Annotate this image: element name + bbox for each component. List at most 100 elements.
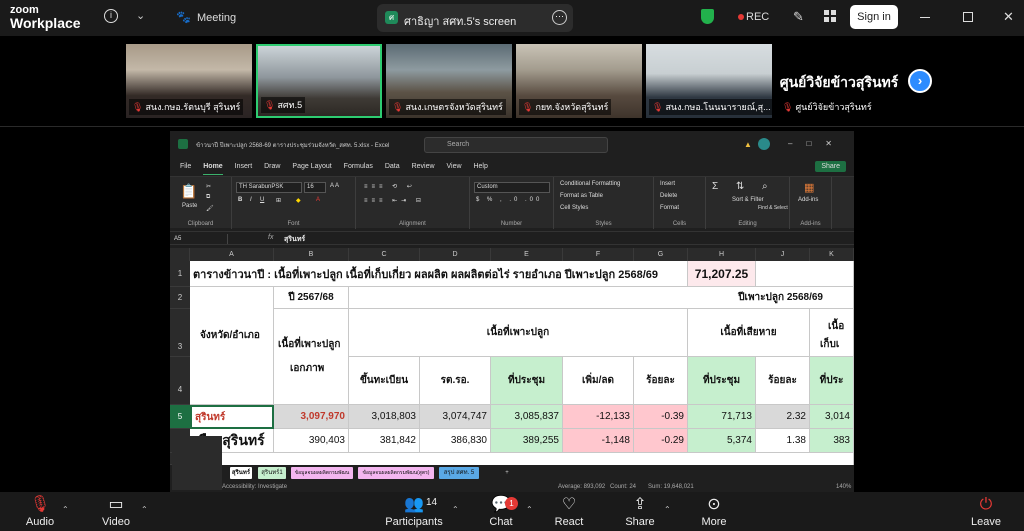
data-cell[interactable]: 3,014 bbox=[810, 405, 854, 429]
damaged-area-header[interactable]: เนื้อที่เสียหาย bbox=[688, 309, 810, 357]
data-cell[interactable]: 386,830 bbox=[420, 429, 491, 453]
annotate-icon[interactable]: ✎ bbox=[793, 9, 804, 25]
bold-icon[interactable]: B bbox=[238, 197, 242, 203]
rtro-header[interactable]: รต.รอ. bbox=[420, 357, 491, 405]
more-options-icon[interactable]: ··· bbox=[552, 10, 567, 25]
menu-page-layout[interactable]: Page Layout bbox=[292, 160, 331, 174]
sheet-tab[interactable]: ข้อมูลจนผลผลิตกรมพัฒน bbox=[291, 467, 353, 479]
col-header[interactable]: C bbox=[349, 248, 420, 261]
rec-label[interactable]: REC bbox=[746, 11, 769, 23]
audio-button[interactable]: 🎙 Audio bbox=[20, 492, 60, 531]
participant-video[interactable]: 🎙 สนง.กษอ.รัตนบุรี สุรินทร์ bbox=[126, 44, 252, 118]
screen-share-indicator[interactable]: ศ ศาธิญา สศท.5's screen ··· bbox=[377, 4, 573, 32]
menu-data[interactable]: Data bbox=[385, 160, 400, 174]
participant-video[interactable]: 🎙 สศท.5 bbox=[256, 44, 382, 118]
cut-icon[interactable]: ✂ bbox=[206, 183, 211, 190]
align-horizontal-icons[interactable]: ≡≡≡ ⇤⇥ ⊟ bbox=[364, 197, 425, 204]
font-grow-icon[interactable]: A A bbox=[330, 183, 339, 189]
font-color-icon[interactable]: A bbox=[316, 197, 320, 203]
menu-formulas[interactable]: Formulas bbox=[344, 160, 373, 174]
row-number[interactable]: 4 bbox=[170, 357, 190, 405]
sheet-tab[interactable]: ข้อมูลจนผลผลิตกรมพัฒน(สูตร) bbox=[358, 467, 434, 479]
shield-icon[interactable] bbox=[701, 9, 714, 24]
menu-draw[interactable]: Draw bbox=[264, 160, 280, 174]
data-cell[interactable]: -0.39 bbox=[634, 405, 688, 429]
underline-icon[interactable]: U bbox=[260, 197, 264, 203]
delete-cells[interactable]: Delete bbox=[660, 193, 677, 199]
menu-help[interactable]: Help bbox=[473, 160, 487, 174]
menu-review[interactable]: Review bbox=[412, 160, 435, 174]
col-header[interactable]: B bbox=[274, 248, 349, 261]
data-cell[interactable]: 3,097,970 bbox=[274, 405, 349, 429]
row-number[interactable]: 3 bbox=[170, 309, 190, 357]
year-cur-header[interactable]: ปีเพาะปลูก 2568/69 bbox=[349, 287, 854, 309]
excel-search[interactable]: Search bbox=[424, 137, 608, 153]
sign-in-button[interactable]: Sign in bbox=[850, 5, 898, 29]
video-options-icon[interactable]: ⌃ bbox=[141, 505, 148, 514]
sort-filter[interactable]: Sort & Filter bbox=[732, 197, 764, 203]
fx-icon[interactable]: fx bbox=[268, 234, 273, 241]
excel-window-controls[interactable]: –□✕ bbox=[788, 139, 846, 148]
name-box[interactable]: A5 bbox=[174, 234, 228, 244]
leave-button[interactable]: ⏻ Leave bbox=[966, 492, 1006, 531]
format-painter-icon[interactable]: 🖌 bbox=[206, 205, 214, 212]
data-cell[interactable]: 389,255 bbox=[491, 429, 563, 453]
participant-video[interactable]: 🎙 กยท.จังหวัดสุรินทร์ bbox=[516, 44, 642, 118]
add-sheet-icon[interactable]: + bbox=[500, 467, 514, 479]
paste-label[interactable]: Paste bbox=[182, 203, 197, 209]
year-prev-header[interactable]: ปี 2567/68 bbox=[274, 287, 349, 309]
cell-styles[interactable]: Cell Styles bbox=[560, 205, 588, 211]
meeting-header-3[interactable]: ที่ประ bbox=[810, 357, 854, 405]
col-header[interactable]: G bbox=[634, 248, 688, 261]
data-cell[interactable]: -0.29 bbox=[634, 429, 688, 453]
react-button[interactable]: ♡ React bbox=[552, 492, 586, 531]
conditional-formatting[interactable]: Conditional Formatting bbox=[560, 181, 620, 187]
planted-unity-header-cell[interactable]: เนื้อที่เพาะปลูก เอกภาพ bbox=[274, 309, 349, 405]
format-cells[interactable]: Format bbox=[660, 205, 679, 211]
data-cell[interactable]: 3,085,837 bbox=[491, 405, 563, 429]
data-cell[interactable]: 1.38 bbox=[756, 429, 810, 453]
self-view-thumbnail[interactable] bbox=[172, 436, 222, 490]
find-select[interactable]: Find & Select bbox=[758, 205, 788, 211]
col-header[interactable]: F bbox=[563, 248, 634, 261]
partial-row[interactable] bbox=[190, 453, 854, 465]
data-cell[interactable]: 383 bbox=[810, 429, 854, 453]
participants-options-icon[interactable]: ⌃ bbox=[452, 505, 459, 514]
participant-video[interactable]: ศูนย์วิจัยข้าวสุรินทร์ 🎙 ศูนย์วิจัยข้าวสุ… bbox=[776, 44, 902, 118]
video-button[interactable]: ▭ Video bbox=[96, 492, 136, 531]
maximize-icon[interactable] bbox=[963, 12, 973, 22]
more-button[interactable]: ⊙ More bbox=[696, 492, 732, 531]
next-page-icon[interactable]: › bbox=[908, 69, 932, 93]
col-header[interactable]: D bbox=[420, 248, 491, 261]
paste-icon[interactable]: 📋 bbox=[180, 183, 197, 200]
number-format-icons[interactable]: $ % , .0 .00 bbox=[476, 197, 542, 203]
share-options-icon[interactable]: ⌃ bbox=[664, 505, 671, 514]
change-header[interactable]: เพิ่ม/ลด bbox=[563, 357, 634, 405]
col-header[interactable]: E bbox=[491, 248, 563, 261]
excel-share-button[interactable]: Share bbox=[815, 161, 846, 172]
data-cell[interactable]: 5,374 bbox=[688, 429, 756, 453]
col-header[interactable]: H bbox=[688, 248, 756, 261]
border-icon[interactable]: ⊞ bbox=[276, 197, 281, 204]
italic-icon[interactable]: I bbox=[250, 197, 252, 203]
data-cell[interactable]: 390,403 bbox=[274, 429, 349, 453]
font-name-select[interactable]: TH SarabunPSK bbox=[236, 182, 302, 193]
title-cell[interactable]: ตารางข้าวนาปี : เนื้อที่เพาะปลูก เนื้อที… bbox=[190, 261, 688, 287]
chevron-down-icon[interactable]: ⌄ bbox=[136, 9, 145, 22]
col-header[interactable]: A bbox=[190, 248, 274, 261]
percent-header-2[interactable]: ร้อยละ bbox=[756, 357, 810, 405]
insert-cells[interactable]: Insert bbox=[660, 181, 675, 187]
apps-icon[interactable] bbox=[824, 10, 836, 22]
addins-button[interactable]: Add-ins bbox=[798, 197, 818, 203]
province-header-cell[interactable]: จังหวัด/อำเภอ bbox=[190, 287, 274, 405]
menu-view[interactable]: View bbox=[446, 160, 461, 174]
paw-icon[interactable]: 🐾 bbox=[176, 10, 191, 24]
percent-header[interactable]: ร้อยละ bbox=[634, 357, 688, 405]
registered-header[interactable]: ขึ้นทะเบียน bbox=[349, 357, 420, 405]
data-cell[interactable]: 71,713 bbox=[688, 405, 756, 429]
sheet-tab[interactable]: สุรินทร์1 bbox=[258, 467, 286, 479]
data-cell[interactable]: 2.32 bbox=[756, 405, 810, 429]
align-top-icons[interactable]: ≡≡≡ ⟲ ↩ bbox=[364, 183, 416, 190]
find-icon[interactable]: ⌕ bbox=[762, 181, 768, 192]
formula-input[interactable]: สุรินทร์ bbox=[284, 234, 305, 245]
